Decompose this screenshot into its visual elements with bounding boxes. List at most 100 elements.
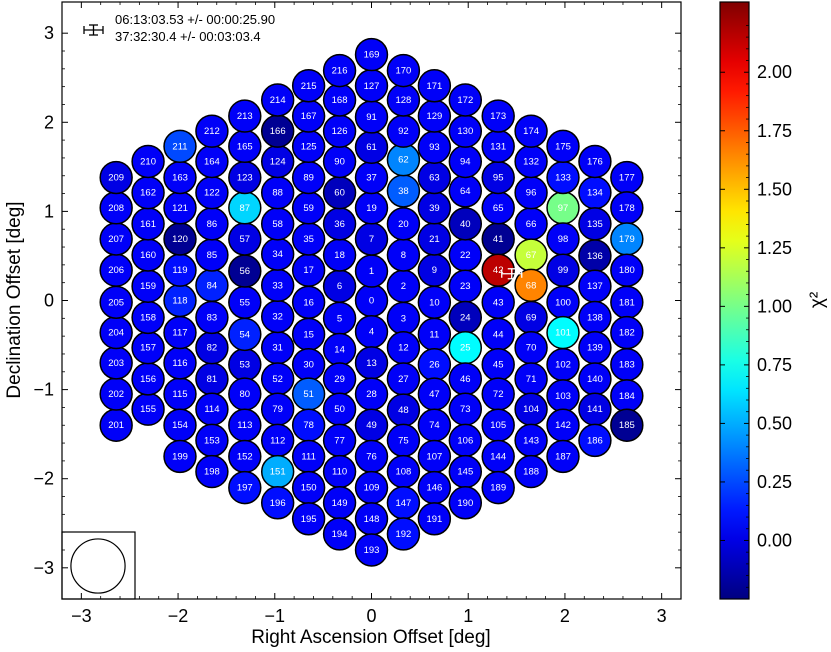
pixel-label: 205 — [108, 297, 124, 308]
pixel-74: 74 — [417, 408, 452, 442]
pixel-98: 98 — [546, 222, 580, 256]
x-axis-title: Right Ascension Offset [deg] — [251, 627, 490, 648]
pixel-99: 99 — [546, 253, 580, 287]
pixel-8: 8 — [386, 238, 421, 272]
pixel-121: 121 — [163, 191, 197, 225]
pixel-label: 164 — [204, 156, 220, 167]
pixel-label: 158 — [140, 312, 156, 323]
pixel-label: 55 — [240, 297, 251, 308]
pixel-label: 92 — [398, 126, 409, 137]
pixel-173: 173 — [481, 99, 515, 133]
pixel-label: 113 — [237, 420, 252, 431]
pixel-label: 212 — [204, 126, 220, 137]
pixel-label: 103 — [555, 391, 571, 402]
pixel-138: 138 — [578, 300, 612, 335]
pixel-164: 164 — [195, 144, 229, 179]
pixel-label: 181 — [619, 297, 635, 308]
pixel-label: 127 — [364, 81, 380, 92]
pixel-label: 27 — [398, 374, 409, 385]
pixel-36: 36 — [322, 207, 357, 241]
pixel-label: 10 — [429, 297, 440, 308]
pixel-60: 60 — [322, 175, 357, 210]
pixel-label: 162 — [140, 188, 156, 199]
pixel-label: 51 — [303, 389, 314, 400]
pixel-label: 89 — [303, 173, 314, 184]
pixel-144: 144 — [481, 439, 515, 474]
colorbar-label: χ² — [807, 292, 828, 308]
pixel-6: 6 — [322, 269, 357, 303]
colorbar: 0.00 0.25 0.50 0.75 1.00 1.25 1.50 1.75 2.00 χ² — [719, 1, 828, 600]
pixel-label: 211 — [172, 141, 187, 152]
pixel-label: 183 — [619, 360, 635, 371]
pixel-label: 132 — [523, 156, 539, 167]
pixel-label: 19 — [366, 203, 377, 214]
pixel-label: 188 — [523, 467, 539, 478]
pixel-label: 41 — [493, 234, 504, 245]
pixel-196: 196 — [260, 486, 295, 520]
pixel-49: 49 — [354, 408, 389, 442]
y-tick-label: 3 — [44, 23, 54, 43]
pixel-7: 7 — [354, 222, 389, 256]
pixel-154: 154 — [163, 408, 197, 442]
colorbar-tick-label: 1.50 — [757, 179, 792, 199]
pixel-label: 5 — [337, 313, 342, 324]
pixel-183: 183 — [610, 347, 644, 382]
pixel-34: 34 — [260, 237, 295, 271]
pixel-label: 81 — [207, 374, 218, 385]
pixel-113: 113 — [228, 408, 262, 442]
pixel-label: 28 — [366, 389, 377, 400]
pixel-151: 151 — [260, 454, 295, 489]
pixel-label: 174 — [523, 126, 539, 137]
pixel-81: 81 — [195, 362, 229, 396]
pixel-label: 63 — [429, 173, 440, 184]
pixel-131: 131 — [481, 129, 515, 164]
pixel-label: 142 — [555, 420, 571, 431]
pixel-label: 102 — [555, 360, 571, 371]
pixel-label: 29 — [334, 374, 345, 385]
pixel-label: 79 — [272, 404, 283, 415]
pixel-label: 50 — [334, 404, 345, 415]
pixel-152: 152 — [228, 439, 262, 474]
pixel-label: 30 — [303, 360, 314, 371]
pixel-209: 209 — [99, 160, 133, 195]
pixel-30: 30 — [291, 347, 326, 382]
pixel-label: 54 — [240, 329, 251, 340]
pixel-61: 61 — [354, 130, 389, 164]
pixel-41: 41 — [481, 222, 515, 256]
pixel-175: 175 — [546, 129, 580, 164]
pixel-label: 100 — [555, 297, 571, 308]
pixel-204: 204 — [99, 315, 133, 350]
pixel-17: 17 — [291, 253, 326, 287]
psf-circle — [70, 538, 126, 594]
colorbar-tick-label: 1.75 — [757, 121, 792, 141]
pixel-label: 128 — [395, 95, 411, 106]
pixel-117: 117 — [163, 315, 197, 350]
pixel-104: 104 — [514, 392, 548, 426]
pixel-79: 79 — [260, 392, 295, 426]
pixel-label: 93 — [429, 142, 440, 153]
pixel-label: 202 — [108, 389, 124, 400]
pixel-42: 42 — [481, 253, 515, 287]
colorbar-tick-label: 1.00 — [757, 296, 792, 316]
pixel-label: 64 — [460, 186, 471, 197]
pixel-label: 141 — [587, 404, 603, 415]
pixel-label: 112 — [270, 435, 285, 446]
pixel-label: 143 — [523, 435, 539, 446]
pixel-213: 213 — [228, 99, 262, 133]
pixel-5: 5 — [322, 301, 357, 336]
pixel-label: 9 — [432, 265, 437, 276]
pixel-label: 153 — [204, 435, 220, 446]
pixel-label: 182 — [619, 328, 635, 339]
pixel-172: 172 — [448, 83, 483, 117]
pixel-label: 146 — [426, 483, 442, 494]
pixel-label: 173 — [490, 111, 506, 122]
pixel-label: 14 — [334, 345, 345, 356]
pixel-2: 2 — [386, 269, 421, 303]
pixel-45: 45 — [481, 347, 515, 382]
pixel-147: 147 — [386, 486, 421, 520]
pixel-185: 185 — [610, 408, 644, 442]
pixel-label: 186 — [587, 435, 603, 446]
pixel-84: 84 — [195, 268, 229, 303]
pixel-178: 178 — [610, 191, 644, 225]
pixel-47: 47 — [417, 377, 452, 411]
